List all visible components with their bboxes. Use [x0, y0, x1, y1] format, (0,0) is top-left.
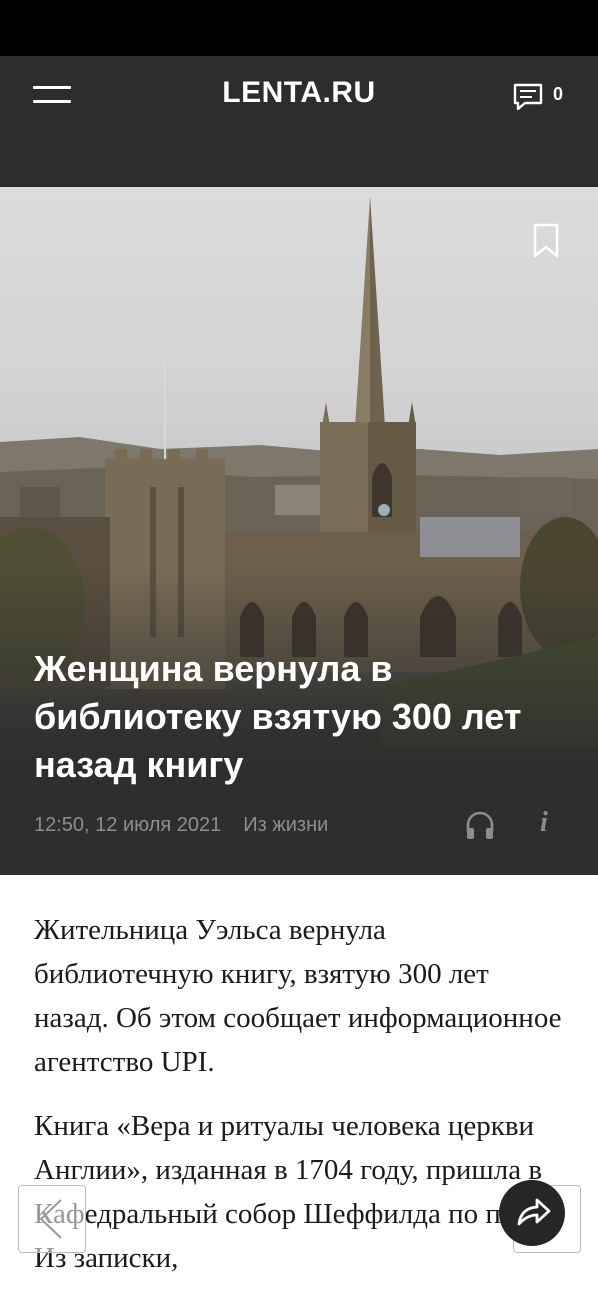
- site-logo[interactable]: LENTA.RU: [0, 76, 598, 110]
- article-title: Женщина вернула в библиотеку взятую 300 …: [34, 648, 522, 785]
- article-meta: 12:50, 12 июля 2021 Из жизни: [34, 814, 328, 837]
- info-icon[interactable]: i: [540, 807, 554, 839]
- headphones-icon[interactable]: [464, 809, 496, 841]
- comment-bubble-icon: [513, 83, 543, 111]
- headphones-shape: [466, 811, 494, 839]
- chevron-left-icon: [39, 1199, 62, 1239]
- article-body: Жительница Уэльса вернула библиотечную к…: [34, 908, 564, 1300]
- bookmark-shape: [533, 223, 559, 258]
- share-button[interactable]: [499, 1180, 565, 1246]
- article-paragraph: Жительница Уэльса вернула библиотечную к…: [34, 914, 562, 1078]
- article-category[interactable]: Из жизни: [243, 814, 328, 836]
- previous-article-button[interactable]: [18, 1185, 86, 1253]
- article-hero: Женщина вернула в библиотеку взятую 300 …: [0, 187, 598, 875]
- comments-button[interactable]: 0: [512, 82, 572, 116]
- status-bar: [0, 0, 598, 56]
- comment-count: 0: [553, 84, 564, 104]
- article-datetime: 12:50, 12 июля 2021: [34, 814, 222, 836]
- share-arrow-icon: [517, 1198, 551, 1226]
- article-paragraph: Книга «Вера и ритуалы человека церкви Ан…: [34, 1110, 563, 1274]
- top-navigation-bar: LENTA.RU 0: [0, 56, 598, 187]
- bookmark-icon[interactable]: [532, 223, 560, 259]
